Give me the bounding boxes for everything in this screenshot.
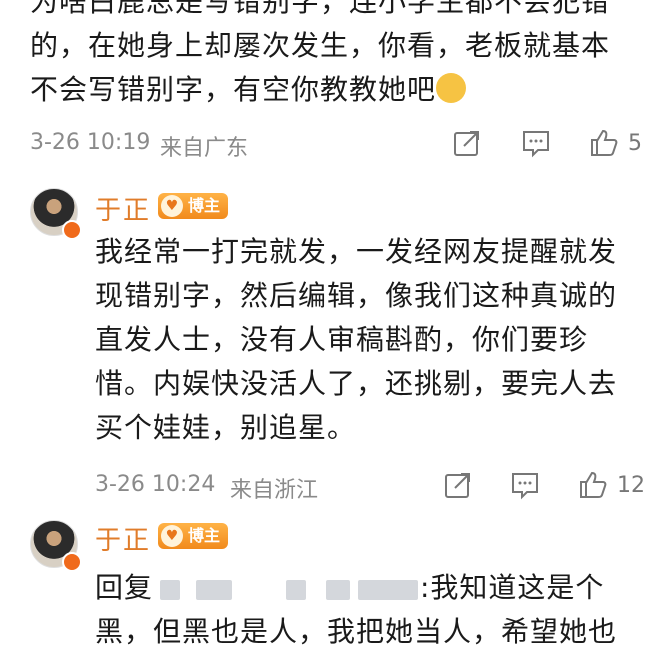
comment-2-line-5: 买个娃娃，别追星。 xyxy=(95,411,357,444)
redacted-username xyxy=(326,580,350,600)
comment-1-location: 来自广东 xyxy=(160,136,249,161)
comment-1-like-count: 5 xyxy=(628,131,642,156)
verified-badge-icon xyxy=(62,220,82,240)
comment-1-line-1: 为啥白鹿总是写错别字，连小学生都不会犯错 xyxy=(30,0,611,18)
share-icon[interactable] xyxy=(443,470,473,500)
comment-2-like-count: 12 xyxy=(617,473,645,498)
blogger-badge: ♥ 博主 xyxy=(158,523,229,549)
comment-3-reply-prefix: 回复 xyxy=(95,571,154,604)
comment-1-line-3-text: 不会写错别字，有空你教教她吧 xyxy=(30,73,437,106)
share-icon[interactable] xyxy=(452,128,482,158)
thumbs-up-icon[interactable] xyxy=(589,128,619,158)
thumbs-up-icon[interactable] xyxy=(578,470,608,500)
blogger-badge-icon: ♥ xyxy=(161,525,183,547)
username[interactable]: 于正 xyxy=(95,190,151,227)
username[interactable]: 于正 xyxy=(95,520,151,557)
blogger-badge-label: 博主 xyxy=(188,196,221,215)
comment-3-line-2: 黑，但黑也是人，我把她当人，希望她也 xyxy=(95,615,618,648)
redacted-username xyxy=(160,580,180,600)
comment-2-line-2: 现错别字，然后编辑，像我们这种真诚的 xyxy=(95,279,618,312)
comment-1-timestamp: 3-26 10:19 xyxy=(30,130,151,155)
comment-1-line-2: 的，在她身上却屡次发生，你看，老板就基本 xyxy=(30,29,611,62)
redacted-username xyxy=(358,580,418,600)
comment-1-line-3: 不会写错别字，有空你教教她吧 xyxy=(30,68,467,112)
comment-2-line-3: 直发人士，没有人审稿斟酌，你们要珍 xyxy=(95,323,589,356)
blogger-badge-label: 博主 xyxy=(188,526,221,545)
comment-2-line-4: 惜。内娱快没活人了，还挑剔，要完人去 xyxy=(95,367,618,400)
blogger-badge-icon: ♥ xyxy=(161,195,183,217)
redacted-username xyxy=(286,580,306,600)
laugh-cry-emoji-icon xyxy=(436,73,467,103)
comment-2-location: 来自浙江 xyxy=(230,478,319,503)
blogger-badge: ♥ 博主 xyxy=(158,193,229,219)
comment-2-line-1: 我经常一打完就发，一发经网友提醒就发 xyxy=(95,235,618,268)
redacted-username xyxy=(196,580,232,600)
verified-badge-icon xyxy=(62,552,82,572)
comment-2-timestamp: 3-26 10:24 xyxy=(95,472,216,497)
comment-icon[interactable] xyxy=(510,470,540,500)
comment-icon[interactable] xyxy=(521,128,551,158)
comment-3-reply-text: :我知道这是个 xyxy=(420,571,605,604)
